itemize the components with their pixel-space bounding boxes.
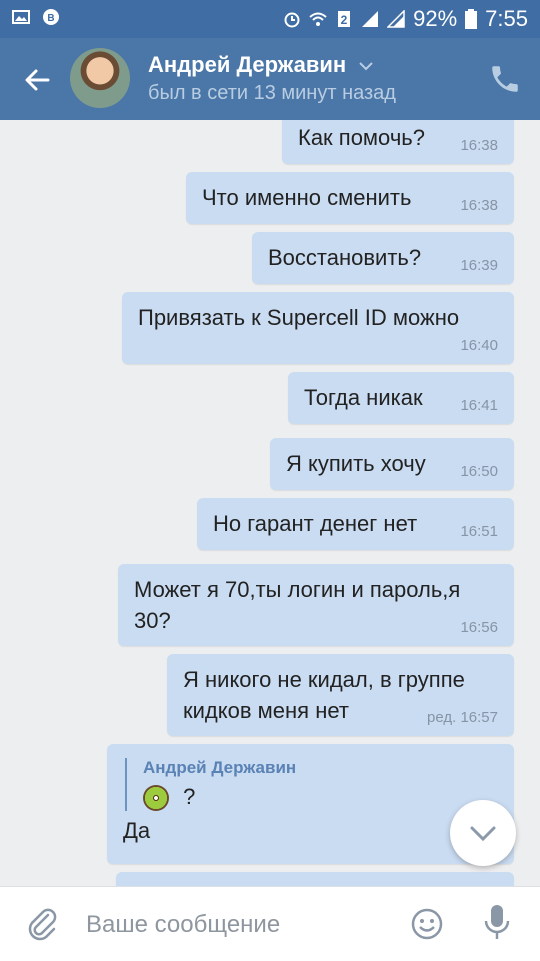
- wifi-icon: [309, 12, 327, 26]
- message-bubble[interactable]: Восстановить? 16:39: [252, 232, 514, 284]
- message-bubble[interactable]: Привязать к Supercell ID можно 16:40: [122, 292, 514, 364]
- contact-name[interactable]: Андрей Державин: [148, 52, 346, 77]
- sim-icon: 2: [338, 11, 351, 27]
- microphone-icon[interactable]: [482, 903, 512, 943]
- message-text: Да: [123, 818, 151, 844]
- message-bubble[interactable]: Может я 70,ты логин и пароль,я 30? 16:56: [118, 564, 514, 646]
- message-time: 16:38: [460, 137, 498, 154]
- chevron-down-icon: [470, 826, 496, 842]
- message-time: 16:56: [460, 619, 498, 636]
- message-text: Восстановить?: [268, 245, 422, 270]
- message-text: Я купить хочу: [286, 451, 426, 476]
- message-time: ред. 16:57: [427, 709, 498, 726]
- message-text: Тогда никак: [304, 385, 423, 410]
- svg-text:B: B: [47, 13, 54, 24]
- message-time: 16:41: [460, 397, 498, 414]
- message-time: 16:39: [460, 257, 498, 274]
- kiwi-icon: [143, 785, 169, 812]
- message-time: 16:50: [460, 463, 498, 480]
- message-time: 16:38: [460, 197, 498, 214]
- quoted-author: Андрей Державин: [143, 758, 297, 777]
- message-bubble[interactable]: Я купить хочу 16:50: [270, 438, 514, 490]
- image-icon: [12, 10, 30, 24]
- message-list[interactable]: Как помочь? 16:38 Что именно сменить 16:…: [0, 120, 540, 886]
- phone-icon[interactable]: [488, 62, 522, 96]
- battery-icon: [465, 9, 478, 29]
- contact-status: был в сети 13 минут назад: [148, 82, 396, 104]
- message-bubble[interactable]: Что именно сменить 16:38: [186, 172, 514, 224]
- message-text: Что именно сменить: [202, 185, 412, 210]
- signal-icon: [387, 10, 405, 28]
- back-arrow-icon[interactable]: [18, 60, 58, 100]
- scroll-down-button[interactable]: [450, 800, 516, 866]
- message-bubble[interactable]: Но гарант денег нет 16:51: [197, 498, 514, 550]
- message-composer: [0, 886, 540, 961]
- message-text: Может я 70,ты логин и пароль,я 30?: [134, 577, 461, 633]
- status-bar: B 2 92% 7:55: [0, 0, 540, 38]
- message-input[interactable]: [84, 905, 388, 945]
- message-text: Привязать к Supercell ID можно: [138, 305, 460, 330]
- svg-text:2: 2: [341, 13, 348, 27]
- message-bubble[interactable]: [116, 872, 514, 886]
- message-bubble[interactable]: Я никого не кидал, в группе кидков меня …: [167, 654, 514, 736]
- message-text: Но гарант денег нет: [213, 511, 418, 536]
- signal-icon: [362, 11, 379, 27]
- chevron-down-icon[interactable]: [358, 61, 374, 71]
- avatar[interactable]: [70, 48, 130, 108]
- message-bubble[interactable]: Как помочь? 16:38: [282, 120, 514, 164]
- message-time: 16:40: [460, 337, 498, 354]
- message-bubble[interactable]: Тогда никак 16:41: [288, 372, 514, 424]
- battery-percent: 92%: [413, 6, 458, 31]
- vk-icon: B: [43, 9, 59, 25]
- quoted-message[interactable]: Андрей Державин ?: [125, 758, 498, 812]
- message-time: 16:51: [460, 523, 498, 540]
- chat-header: Андрей Державин был в сети 13 минут наза…: [0, 38, 540, 120]
- emoji-icon[interactable]: [410, 907, 444, 941]
- alarm-icon: [284, 12, 300, 28]
- message-text: Как помочь?: [298, 125, 425, 150]
- quoted-text: ?: [183, 784, 196, 809]
- paperclip-icon[interactable]: [24, 905, 60, 941]
- clock: 7:55: [485, 6, 528, 31]
